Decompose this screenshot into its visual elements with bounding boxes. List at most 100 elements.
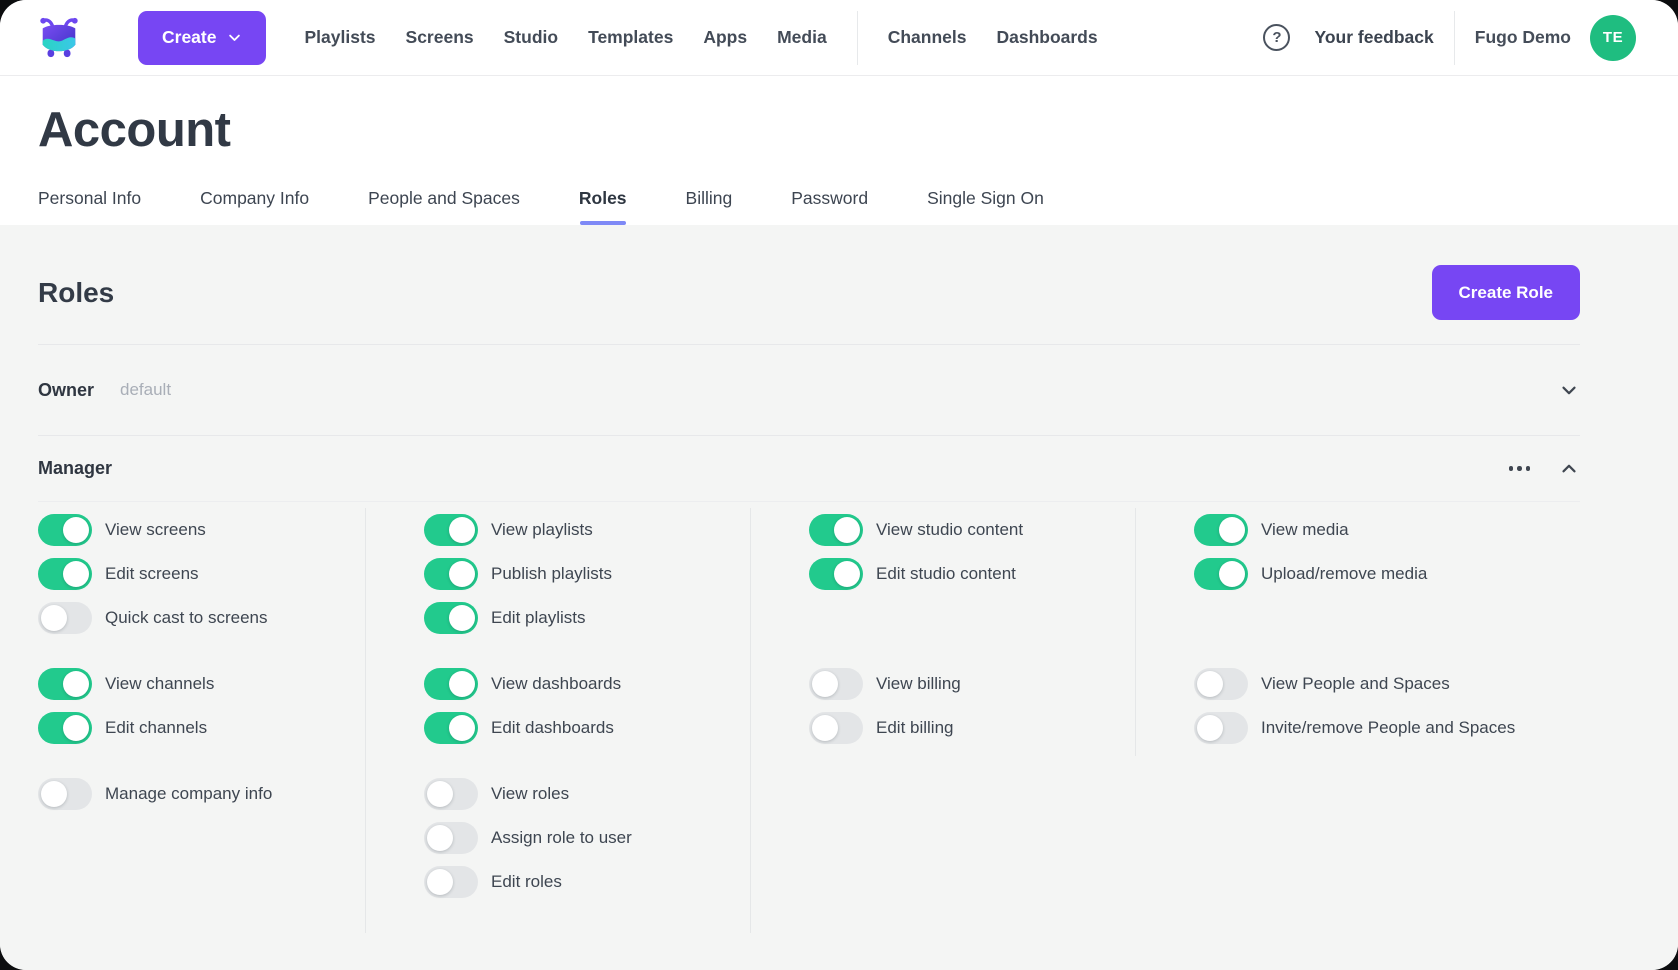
toggle-view-studio-content[interactable] bbox=[809, 514, 863, 546]
toggle-view-playlists[interactable] bbox=[424, 514, 478, 546]
permission-view-people-and-spaces[interactable]: View People and Spaces bbox=[1194, 662, 1580, 706]
permission-label: Upload/remove media bbox=[1261, 564, 1427, 584]
permission-view-roles[interactable]: View roles bbox=[424, 772, 750, 816]
permission-group: View playlists Publish playlists Edit pl… bbox=[424, 508, 750, 640]
nav-link-channels[interactable]: Channels bbox=[888, 27, 967, 48]
tab-password[interactable]: Password bbox=[791, 188, 868, 225]
avatar[interactable]: TE bbox=[1590, 15, 1636, 61]
toggle-invite-remove-people-and-spaces[interactable] bbox=[1194, 712, 1248, 744]
permission-group: View billing Edit billing bbox=[809, 662, 1135, 750]
toggle-view-dashboards[interactable] bbox=[424, 668, 478, 700]
toggle-view-screens[interactable] bbox=[38, 514, 92, 546]
permission-label: Edit screens bbox=[105, 564, 199, 584]
chevron-up-icon[interactable] bbox=[1558, 458, 1580, 480]
top-nav: Create Playlists Screens Studio Templates Ap… bbox=[0, 0, 1678, 76]
toggle-knob bbox=[449, 605, 475, 631]
permission-view-channels[interactable]: View channels bbox=[38, 662, 365, 706]
create-role-button[interactable]: Create Role bbox=[1432, 265, 1580, 320]
permission-edit-playlists[interactable]: Edit playlists bbox=[424, 596, 750, 640]
permission-group: View roles Assign role to user Edit role… bbox=[424, 772, 750, 904]
toggle-edit-billing[interactable] bbox=[809, 712, 863, 744]
toggle-assign-role-to-user[interactable] bbox=[424, 822, 478, 854]
role-panel-manager: Manager View screens Edit screens Quick … bbox=[38, 435, 1580, 933]
workspace-name[interactable]: Fugo Demo bbox=[1475, 27, 1571, 48]
nav-link-studio[interactable]: Studio bbox=[504, 27, 558, 48]
permission-edit-screens[interactable]: Edit screens bbox=[38, 552, 365, 596]
permission-upload-remove-media[interactable]: Upload/remove media bbox=[1194, 552, 1580, 596]
tab-personal-info[interactable]: Personal Info bbox=[38, 188, 141, 225]
toggle-view-media[interactable] bbox=[1194, 514, 1248, 546]
toggle-knob bbox=[41, 605, 67, 631]
nav-link-apps[interactable]: Apps bbox=[703, 27, 747, 48]
toggle-edit-roles[interactable] bbox=[424, 866, 478, 898]
permission-manage-company-info[interactable]: Manage company info bbox=[38, 772, 365, 816]
permission-label: View playlists bbox=[491, 520, 593, 540]
permission-view-studio-content[interactable]: View studio content bbox=[809, 508, 1135, 552]
toggle-edit-playlists[interactable] bbox=[424, 602, 478, 634]
permission-view-media[interactable]: View media bbox=[1194, 508, 1580, 552]
tab-billing[interactable]: Billing bbox=[686, 188, 733, 225]
toggle-publish-playlists[interactable] bbox=[424, 558, 478, 590]
nav-link-playlists[interactable]: Playlists bbox=[304, 27, 375, 48]
toggle-edit-dashboards[interactable] bbox=[424, 712, 478, 744]
permission-assign-role-to-user[interactable]: Assign role to user bbox=[424, 816, 750, 860]
permission-publish-playlists[interactable]: Publish playlists bbox=[424, 552, 750, 596]
permission-quick-cast-to-screens[interactable]: Quick cast to screens bbox=[38, 596, 365, 640]
toggle-edit-screens[interactable] bbox=[38, 558, 92, 590]
toggle-knob bbox=[1197, 671, 1223, 697]
create-button[interactable]: Create bbox=[138, 11, 266, 65]
toggle-knob bbox=[834, 561, 860, 587]
permission-label: Invite/remove People and Spaces bbox=[1261, 718, 1515, 738]
permission-view-billing[interactable]: View billing bbox=[809, 662, 1135, 706]
nav-link-media[interactable]: Media bbox=[777, 27, 827, 48]
toggle-quick-cast-to-screens[interactable] bbox=[38, 602, 92, 634]
role-name: Owner bbox=[38, 380, 94, 401]
more-options-icon[interactable] bbox=[1507, 460, 1533, 477]
role-row-owner[interactable]: Owner default bbox=[38, 344, 1580, 435]
toggle-knob bbox=[63, 517, 89, 543]
tab-single-sign-on[interactable]: Single Sign On bbox=[927, 188, 1044, 225]
toggle-knob bbox=[449, 671, 475, 697]
chevron-down-icon[interactable] bbox=[1558, 379, 1580, 401]
permission-view-playlists[interactable]: View playlists bbox=[424, 508, 750, 552]
tab-roles[interactable]: Roles bbox=[579, 188, 627, 225]
toggle-knob bbox=[812, 715, 838, 741]
permission-column-1: View screens Edit screens Quick cast to … bbox=[38, 508, 365, 933]
toggle-knob bbox=[449, 517, 475, 543]
permission-label: Manage company info bbox=[105, 784, 272, 804]
permission-label: View dashboards bbox=[491, 674, 621, 694]
nav-link-screens[interactable]: Screens bbox=[406, 27, 474, 48]
permission-edit-channels[interactable]: Edit channels bbox=[38, 706, 365, 750]
permission-edit-billing[interactable]: Edit billing bbox=[809, 706, 1135, 750]
toggle-view-billing[interactable] bbox=[809, 668, 863, 700]
toggle-edit-studio-content[interactable] bbox=[809, 558, 863, 590]
toggle-edit-channels[interactable] bbox=[38, 712, 92, 744]
nav-link-dashboards[interactable]: Dashboards bbox=[996, 27, 1097, 48]
permission-edit-roles[interactable]: Edit roles bbox=[424, 860, 750, 904]
nav-link-templates[interactable]: Templates bbox=[588, 27, 673, 48]
permission-label: Edit billing bbox=[876, 718, 954, 738]
toggle-knob bbox=[427, 869, 453, 895]
toggle-knob bbox=[41, 781, 67, 807]
toggle-view-channels[interactable] bbox=[38, 668, 92, 700]
permission-column-2: View playlists Publish playlists Edit pl… bbox=[365, 508, 750, 933]
permission-edit-studio-content[interactable]: Edit studio content bbox=[809, 552, 1135, 596]
permission-group: View dashboards Edit dashboards bbox=[424, 662, 750, 750]
permission-label: Edit channels bbox=[105, 718, 207, 738]
tab-company-info[interactable]: Company Info bbox=[200, 188, 309, 225]
tab-people-and-spaces[interactable]: People and Spaces bbox=[368, 188, 520, 225]
role-row-manager[interactable]: Manager bbox=[38, 436, 1580, 502]
toggle-view-people-and-spaces[interactable] bbox=[1194, 668, 1248, 700]
your-feedback-link[interactable]: Your feedback bbox=[1314, 27, 1433, 48]
fugo-logo-icon[interactable] bbox=[36, 15, 82, 61]
toggle-upload-remove-media[interactable] bbox=[1194, 558, 1248, 590]
permission-view-screens[interactable]: View screens bbox=[38, 508, 365, 552]
toggle-manage-company-info[interactable] bbox=[38, 778, 92, 810]
permission-edit-dashboards[interactable]: Edit dashboards bbox=[424, 706, 750, 750]
toggle-view-roles[interactable] bbox=[424, 778, 478, 810]
help-icon[interactable]: ? bbox=[1263, 24, 1290, 51]
toggle-knob bbox=[834, 517, 860, 543]
permission-label: View studio content bbox=[876, 520, 1023, 540]
permission-invite-remove-people-and-spaces[interactable]: Invite/remove People and Spaces bbox=[1194, 706, 1580, 750]
permission-view-dashboards[interactable]: View dashboards bbox=[424, 662, 750, 706]
